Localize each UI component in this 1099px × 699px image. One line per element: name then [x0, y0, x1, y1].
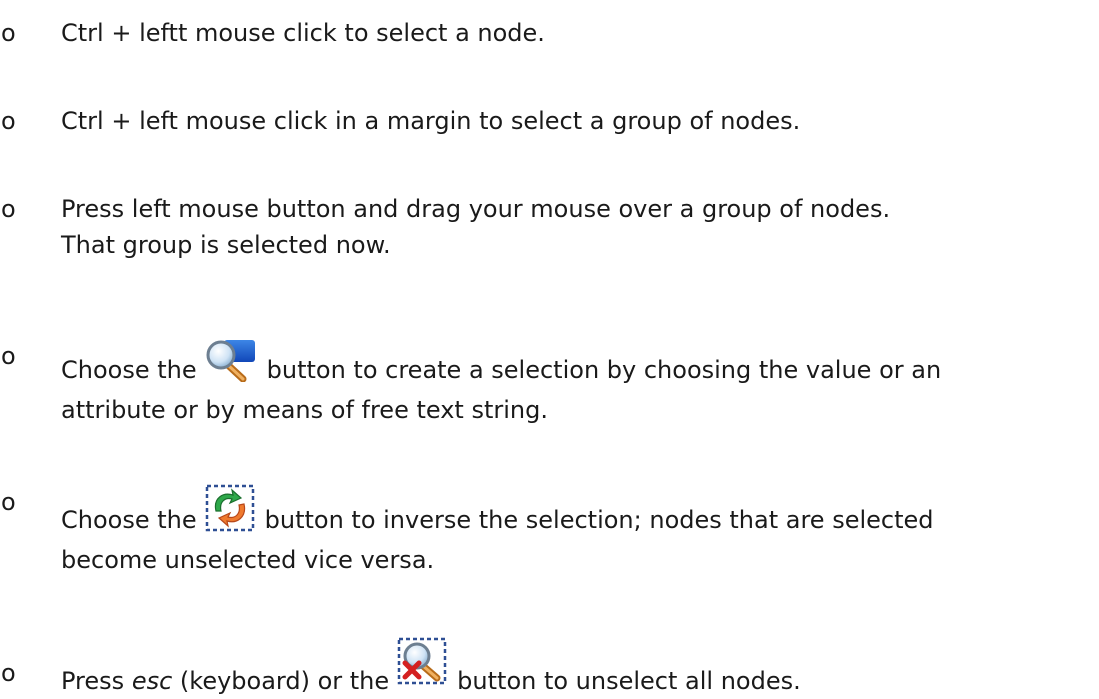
item-text-after: button to inverse the selection; nodes t… — [264, 506, 934, 534]
bullet-marker: o — [1, 342, 16, 370]
item-text: Choose the button to create a selection … — [61, 338, 1089, 428]
item-line: Choose the button to inverse the selecti… — [61, 484, 1089, 542]
unselect-all-icon — [397, 637, 447, 695]
item-line: Press left mouse button and drag your mo… — [61, 195, 891, 223]
item-text-after: button to unselect all nodes. — [457, 667, 801, 695]
item-text: Press esc (keyboard) or the button to un… — [61, 637, 1089, 699]
item-text: Ctrl + left mouse click in a margin to s… — [61, 103, 1089, 139]
item-text-after: button to create a selection by choosing… — [266, 356, 942, 384]
item-line: Press esc (keyboard) or the button to un… — [61, 637, 1089, 699]
item-line: become unselected vice versa. — [61, 546, 435, 574]
item-text: Ctrl + leftt mouse click to select a nod… — [61, 15, 1089, 51]
item-text-before: Choose the — [61, 356, 197, 384]
bullet-marker: o — [1, 107, 16, 135]
bullet-marker: o — [1, 19, 16, 47]
bullet-marker: o — [1, 488, 16, 516]
item-line: Ctrl + leftt mouse click to select a nod… — [61, 19, 545, 47]
item-text-mid: (keyboard) or the — [179, 667, 390, 695]
item-text-before: Press — [61, 667, 125, 695]
bullet-marker: o — [1, 195, 16, 223]
item-text: Choose the button to inverse the selecti… — [61, 484, 1089, 578]
bullet-marker: o — [1, 659, 16, 687]
search-selection-icon — [205, 338, 257, 392]
inverse-selection-icon — [205, 484, 255, 542]
item-text-before: Choose the — [61, 506, 197, 534]
item-line: Choose the button to create a selection … — [61, 338, 1089, 392]
item-line: That group is selected now. — [61, 231, 391, 259]
keyboard-key: esc — [131, 667, 173, 695]
item-line: attribute or by means of free text strin… — [61, 396, 548, 424]
item-line: Ctrl + left mouse click in a margin to s… — [61, 107, 801, 135]
item-text: Press left mouse button and drag your mo… — [61, 191, 1089, 263]
